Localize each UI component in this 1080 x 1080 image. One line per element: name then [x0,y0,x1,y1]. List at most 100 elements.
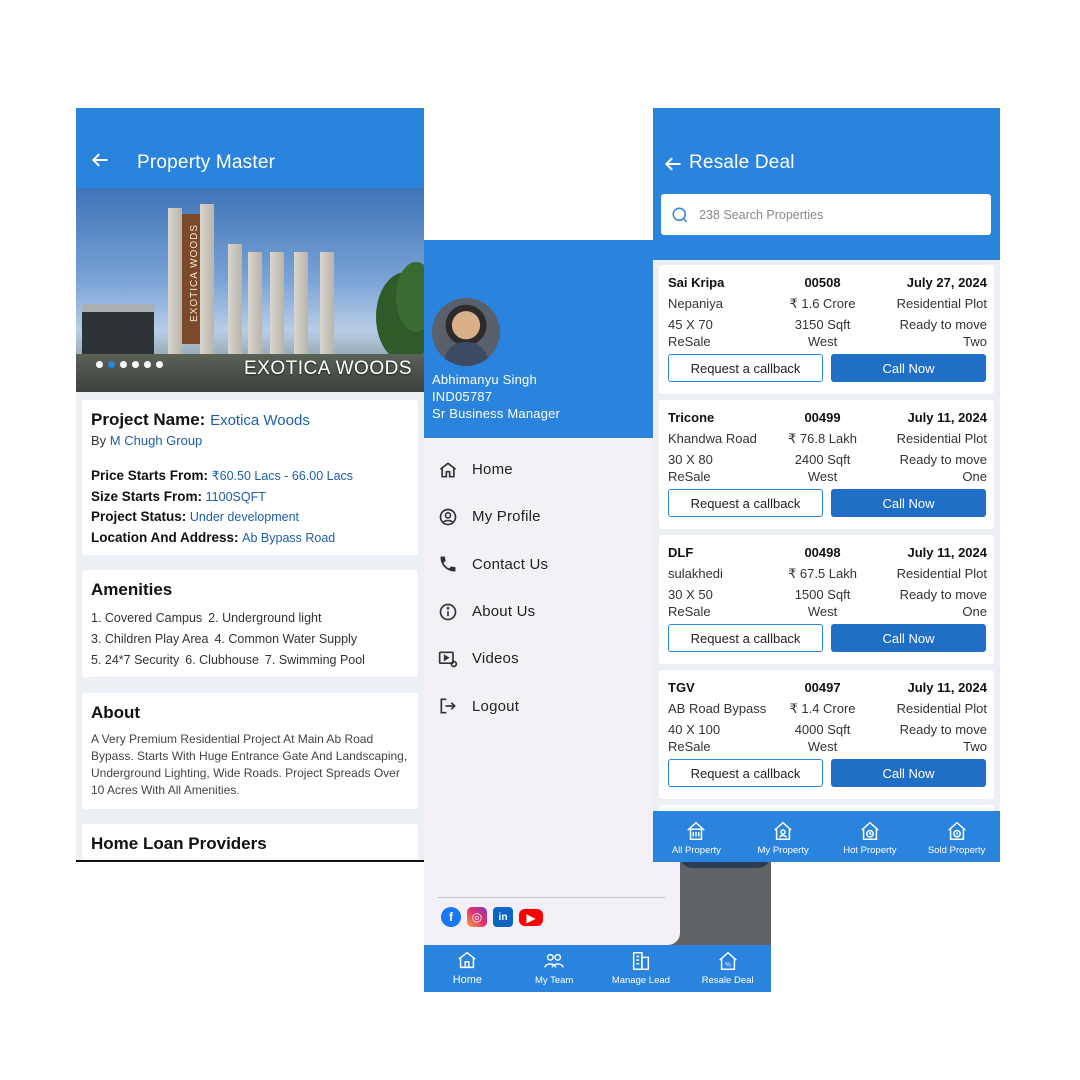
page-title: Resale Deal [689,152,795,173]
nav-resale-deal[interactable]: % Resale Deal [684,945,771,992]
deal-code: 00498 [804,545,841,560]
about-text: A Very Premium Residential Project At Ma… [91,732,408,797]
deal-sale: ReSale [668,334,711,349]
menu-item-videos[interactable]: Videos [424,635,680,682]
carousel-dot[interactable] [144,361,151,368]
request-callback-button[interactable]: Request a callback [668,354,823,382]
deal-location: Khandwa Road [668,431,757,446]
amenity-item: 6. Clubhouse [185,653,259,667]
app-bar: Property Master [76,108,424,188]
carousel-dot[interactable] [132,361,139,368]
request-callback-button[interactable]: Request a callback [668,624,823,652]
deal-card[interactable]: DLF 00498 July 11, 2024 sulakhedi ₹ 67.5 La… [659,535,994,664]
nav-hot-property[interactable]: Hot Property [827,811,914,862]
nav-label: My Team [534,975,574,986]
my-property-icon [774,821,792,840]
resale-house-icon: % [718,951,737,970]
svg-text:₹: ₹ [955,832,958,838]
nav-label: Hot Property [843,845,897,856]
deal-card[interactable]: TGV 00497 July 11, 2024 AB Road Bypass ₹ 1.… [659,670,994,799]
deal-dims: 30 X 50 [668,587,713,602]
about-card: About A Very Premium Residential Project… [82,693,418,809]
size-value: 1100SQFT [205,489,266,504]
deal-wheeler: Two [963,334,987,349]
nav-manage-lead[interactable]: Manage Lead [598,945,685,992]
search-input[interactable] [699,207,979,222]
deal-card[interactable]: Sai Kripa 00508 July 27, 2024 Nepaniya ₹ 1.… [659,265,994,394]
amenity-item: 1. Covered Campus [91,611,203,625]
nav-label: Sold Property [927,845,986,856]
phone-icon [440,556,456,572]
deal-price: ₹ 76.8 Lakh [788,431,858,446]
facebook-icon[interactable]: f [441,907,461,927]
deal-area: 2400 Sqft [794,452,851,467]
hot-property-icon [861,821,879,840]
menu-item-about-us[interactable]: About Us [424,588,680,635]
menu-label: My Profile [472,508,541,526]
menu-item-logout[interactable]: Logout [424,682,680,729]
home-icon [439,461,457,478]
call-now-button[interactable]: Call Now [831,759,986,787]
nav-all-property[interactable]: All Property [653,811,740,862]
status-label: Project Status: [91,509,187,524]
all-property-icon [687,821,706,840]
menu-item-contact-us[interactable]: Contact Us [424,541,680,588]
carousel-dot[interactable] [108,361,115,368]
deal-facing: West [807,604,838,619]
deal-wheeler: One [962,469,987,484]
location-label: Location And Address: [91,529,239,545]
deal-status: Ready to move [899,452,987,467]
price-value: ₹60.50 Lacs - 66.00 Lacs [211,469,354,483]
request-callback-button[interactable]: Request a callback [668,489,823,517]
logout-icon [440,698,456,714]
nav-my-property[interactable]: My Property [740,811,827,862]
carousel-dot[interactable] [96,361,103,368]
info-icon [439,603,457,620]
avatar[interactable] [432,298,500,366]
carousel-dot[interactable] [120,361,127,368]
home-loan-title: Home Loan Providers [91,834,267,853]
deal-type: Residential Plot [896,431,987,446]
developer-name[interactable]: M Chugh Group [110,433,203,448]
deal-card[interactable]: Tricone 00499 July 11, 2024 Khandwa Road ₹ … [659,400,994,529]
menu-label: Home [472,461,513,479]
call-now-button[interactable]: Call Now [831,489,986,517]
instagram-icon[interactable]: ◎ [467,907,487,927]
project-details-card: Project Name: Exotica Woods By M Chugh G… [82,400,418,555]
nav-my-team[interactable]: My Team [511,945,598,992]
menu-item-home[interactable]: Home [424,446,680,493]
menu-label: Videos [472,650,519,668]
deal-status: Ready to move [899,722,987,737]
deal-status: Ready to move [899,317,987,332]
back-arrow-icon[interactable] [90,150,110,170]
location-value: Ab Bypass Road [242,530,336,545]
deal-location: Nepaniya [668,296,723,311]
nav-home[interactable]: Home [424,945,511,992]
menu-label: About Us [472,603,536,621]
search-bar[interactable] [661,194,991,235]
deal-date: July 11, 2024 [907,410,987,425]
deal-date: July 27, 2024 [906,275,987,290]
bottom-nav: Home My Team Manage Lead % Resale Deal [424,945,771,992]
by-label: By [91,433,107,448]
nav-label: Home [452,974,483,986]
deal-code: 00508 [804,275,841,290]
sold-property-icon: ₹ [947,821,966,840]
back-arrow-icon[interactable] [663,154,683,174]
menu-item-my-profile[interactable]: My Profile [424,493,680,540]
youtube-icon[interactable]: ▶ [519,909,543,926]
request-callback-button[interactable]: Request a callback [668,759,823,787]
deal-facing: West [807,469,838,484]
team-icon [544,953,565,968]
call-now-button[interactable]: Call Now [831,624,986,652]
nav-sold-property[interactable]: ₹ Sold Property [913,811,1000,862]
user-role: Sr Business Manager [432,406,561,421]
user-name: Abhimanyu Singh [432,372,537,387]
deal-name: TGV [668,680,695,695]
deal-type: Residential Plot [896,566,987,581]
carousel-dot[interactable] [156,361,163,368]
linkedin-icon[interactable]: in [493,907,513,927]
call-now-button[interactable]: Call Now [831,354,986,382]
deal-price: ₹ 1.4 Crore [789,701,856,716]
project-image-carousel[interactable]: EXOTICA WOODS EXOTICA WOODS [76,188,424,392]
